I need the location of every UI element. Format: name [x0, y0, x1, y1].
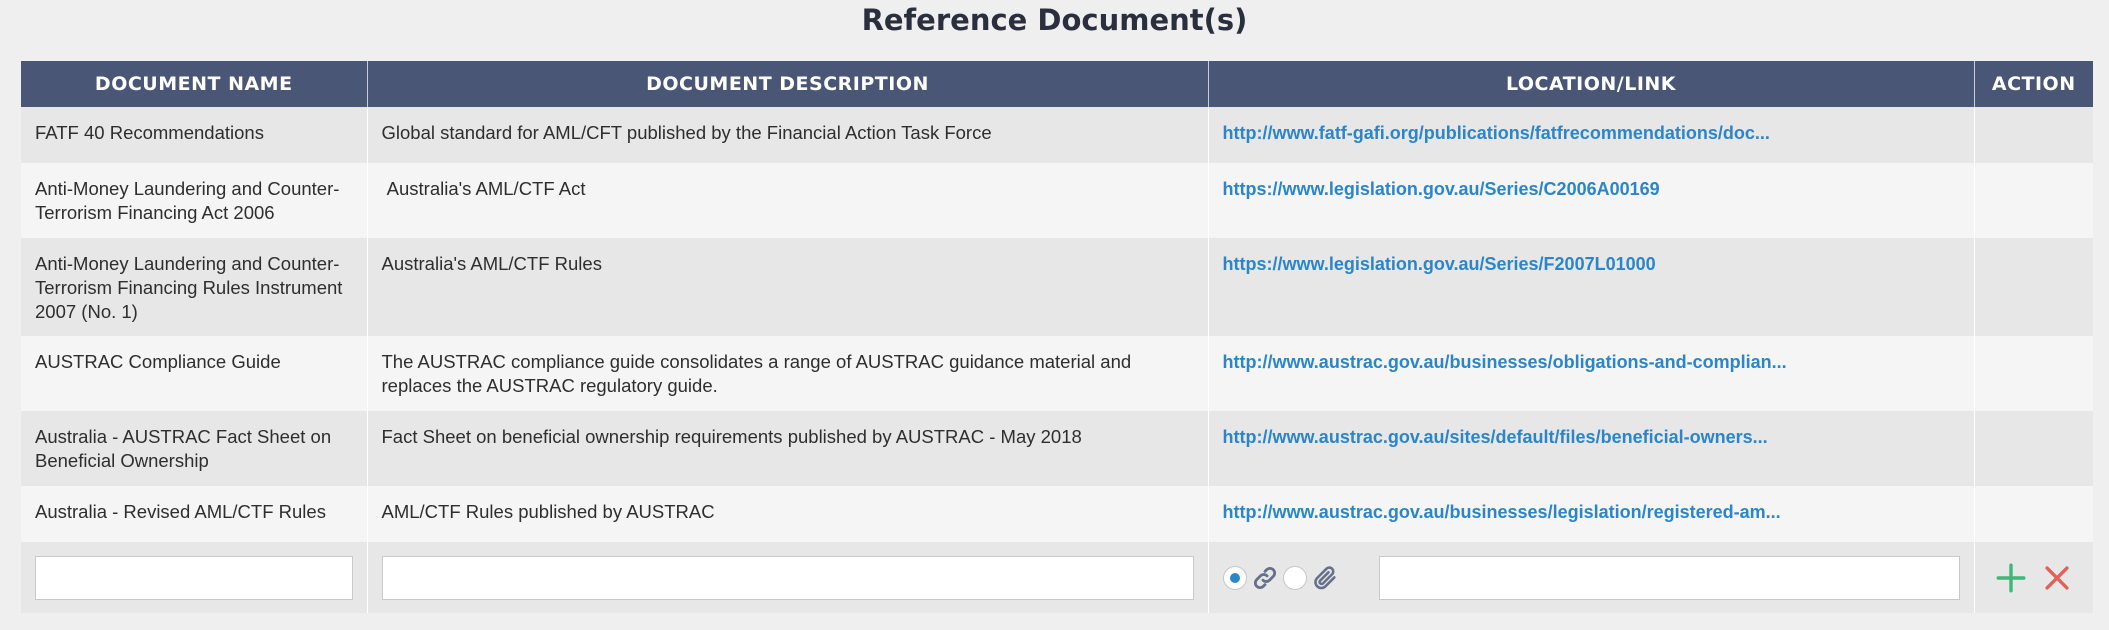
table-row: FATF 40 Recommendations Global standard … — [21, 107, 2093, 163]
document-name-cell: AUSTRAC Compliance Guide — [21, 336, 368, 411]
column-header-action: ACTION — [1974, 61, 2093, 107]
action-cell — [1974, 163, 2093, 238]
document-description-cell: AML/CTF Rules published by AUSTRAC — [367, 486, 1209, 542]
action-cell — [1974, 486, 2093, 542]
document-link[interactable]: http://www.austrac.gov.au/businesses/obl… — [1223, 352, 1787, 372]
document-link[interactable]: http://www.austrac.gov.au/sites/default/… — [1223, 427, 1768, 447]
document-link[interactable]: http://www.austrac.gov.au/businesses/leg… — [1223, 502, 1781, 522]
new-description-cell — [367, 542, 1209, 613]
document-name-cell: FATF 40 Recommendations — [21, 107, 368, 163]
chain-link-icon — [1253, 566, 1276, 590]
location-link-cell: http://www.austrac.gov.au/sites/default/… — [1208, 411, 1975, 486]
document-description-cell: Australia's AML/CTF Rules — [367, 238, 1209, 336]
action-cell — [1974, 107, 2093, 163]
action-cell — [1974, 238, 2093, 336]
table-row: Australia - AUSTRAC Fact Sheet on Benefi… — [21, 411, 2093, 486]
x-icon[interactable] — [2040, 561, 2074, 595]
document-name-cell: Australia - Revised AML/CTF Rules — [21, 486, 368, 542]
document-description-cell: Global standard for AML/CFT published by… — [367, 107, 1209, 163]
document-name-cell: Anti-Money Laundering and Counter-Terror… — [21, 163, 368, 238]
new-location-cell — [1208, 542, 1975, 613]
table-row: Australia - Revised AML/CTF Rules AML/CT… — [21, 486, 2093, 542]
new-document-description-input[interactable] — [381, 556, 1194, 600]
new-document-location-input[interactable] — [1378, 556, 1960, 600]
document-description-cell: The AUSTRAC compliance guide consolidate… — [367, 336, 1209, 411]
page-title: Reference Document(s) — [861, 3, 1248, 37]
new-document-name-input[interactable] — [35, 556, 353, 600]
location-type-selector — [1222, 556, 1960, 600]
location-link-cell: https://www.legislation.gov.au/Series/F2… — [1208, 238, 1975, 336]
action-cell — [1974, 411, 2093, 486]
column-header-location-link: LOCATION/LINK — [1208, 61, 1975, 107]
new-row-actions — [1989, 556, 2080, 600]
location-link-cell: http://www.austrac.gov.au/businesses/leg… — [1208, 486, 1975, 542]
plus-icon[interactable] — [1994, 561, 2028, 595]
paperclip-icon — [1313, 566, 1336, 590]
location-link-cell: http://www.fatf-gafi.org/publications/fa… — [1208, 107, 1975, 163]
document-link[interactable]: https://www.legislation.gov.au/Series/C2… — [1223, 179, 1660, 199]
column-header-document-name: DOCUMENT NAME — [21, 61, 368, 107]
new-action-cell — [1974, 542, 2093, 613]
action-cell — [1974, 336, 2093, 411]
reference-documents-table: DOCUMENT NAME DOCUMENT DESCRIPTION LOCAT… — [21, 61, 2093, 613]
table-row: AUSTRAC Compliance Guide The AUSTRAC com… — [21, 336, 2093, 411]
document-name-cell: Australia - AUSTRAC Fact Sheet on Benefi… — [21, 411, 368, 486]
column-header-document-description: DOCUMENT DESCRIPTION — [367, 61, 1209, 107]
link-mode-radio[interactable] — [1222, 566, 1247, 590]
file-mode-radio[interactable] — [1282, 566, 1307, 590]
document-link[interactable]: http://www.fatf-gafi.org/publications/fa… — [1223, 123, 1770, 143]
document-description-cell: Australia's AML/CTF Act — [367, 163, 1209, 238]
location-link-cell: https://www.legislation.gov.au/Series/C2… — [1208, 163, 1975, 238]
new-name-cell — [21, 542, 368, 613]
new-document-row — [21, 542, 2093, 613]
document-link[interactable]: https://www.legislation.gov.au/Series/F2… — [1223, 254, 1656, 274]
table-header-row: DOCUMENT NAME DOCUMENT DESCRIPTION LOCAT… — [21, 61, 2093, 107]
location-link-cell: http://www.austrac.gov.au/businesses/obl… — [1208, 336, 1975, 411]
document-description-cell: Fact Sheet on beneficial ownership requi… — [367, 411, 1209, 486]
table-row: Anti-Money Laundering and Counter-Terror… — [21, 163, 2093, 238]
document-name-cell: Anti-Money Laundering and Counter-Terror… — [21, 238, 368, 336]
table-row: Anti-Money Laundering and Counter-Terror… — [21, 238, 2093, 336]
